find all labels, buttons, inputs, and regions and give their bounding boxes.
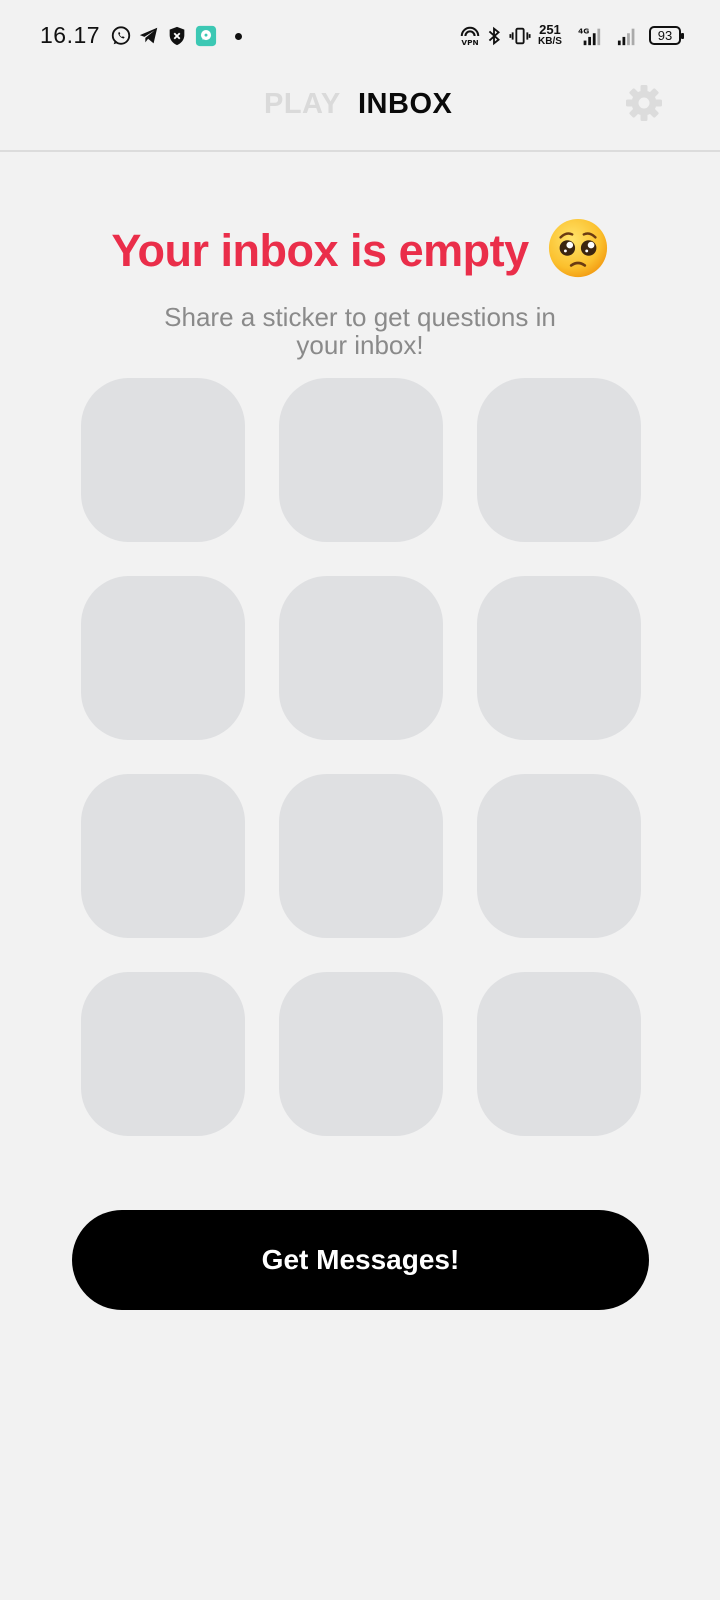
- sticker-placeholder: [477, 378, 641, 542]
- sticker-placeholder: [279, 972, 443, 1136]
- sticker-placeholder-grid: [81, 378, 641, 1136]
- sticker-placeholder: [477, 774, 641, 938]
- chat-app-icon: [195, 25, 217, 47]
- bluetooth-icon: [483, 25, 505, 47]
- more-notifications-dot: [235, 33, 242, 40]
- network-speed: 251 KB/S: [538, 22, 562, 48]
- shield-icon: [166, 25, 188, 47]
- svg-text:VPN: VPN: [461, 38, 478, 47]
- app-screen: 16.17 VPN 251 KB/S 4G 93 PLAY INBOX Your…: [0, 0, 720, 1600]
- empty-inbox-title-text: Your inbox is empty: [111, 225, 529, 276]
- sticker-placeholder: [279, 378, 443, 542]
- whatsapp-icon: [110, 25, 132, 47]
- status-time: 16.17: [40, 22, 101, 48]
- vpn-icon: VPN: [459, 25, 481, 47]
- telegram-icon: [138, 25, 160, 47]
- signal-icon: [614, 25, 642, 47]
- get-messages-button[interactable]: Get Messages!: [72, 1210, 649, 1310]
- tab-play[interactable]: PLAY: [264, 88, 341, 121]
- network-speed-value: 251: [539, 22, 561, 37]
- sticker-placeholder: [81, 378, 245, 542]
- top-navigation: PLAY INBOX: [0, 74, 720, 152]
- empty-inbox-title: Your inbox is empty: [0, 219, 720, 279]
- tab-inbox[interactable]: INBOX: [358, 88, 452, 121]
- sticker-placeholder: [81, 972, 245, 1136]
- settings-gear-icon[interactable]: [624, 83, 664, 123]
- network-type-label: 4G: [578, 26, 589, 35]
- sticker-placeholder: [279, 774, 443, 938]
- empty-inbox-subtitle: Share a sticker to get questions in your…: [164, 302, 556, 360]
- sticker-placeholder: [81, 576, 245, 740]
- sticker-placeholder: [477, 972, 641, 1136]
- pleading-face-emoji-icon: [547, 217, 609, 279]
- status-bar: 16.17 VPN 251 KB/S 4G 93: [0, 0, 720, 74]
- signal-4g-icon: 4G: [575, 25, 607, 47]
- battery-indicator: 93: [649, 26, 684, 45]
- network-speed-unit: KB/S: [538, 36, 562, 47]
- sticker-placeholder: [81, 774, 245, 938]
- vibrate-icon: [509, 25, 531, 47]
- sticker-placeholder: [279, 576, 443, 740]
- sticker-placeholder: [477, 576, 641, 740]
